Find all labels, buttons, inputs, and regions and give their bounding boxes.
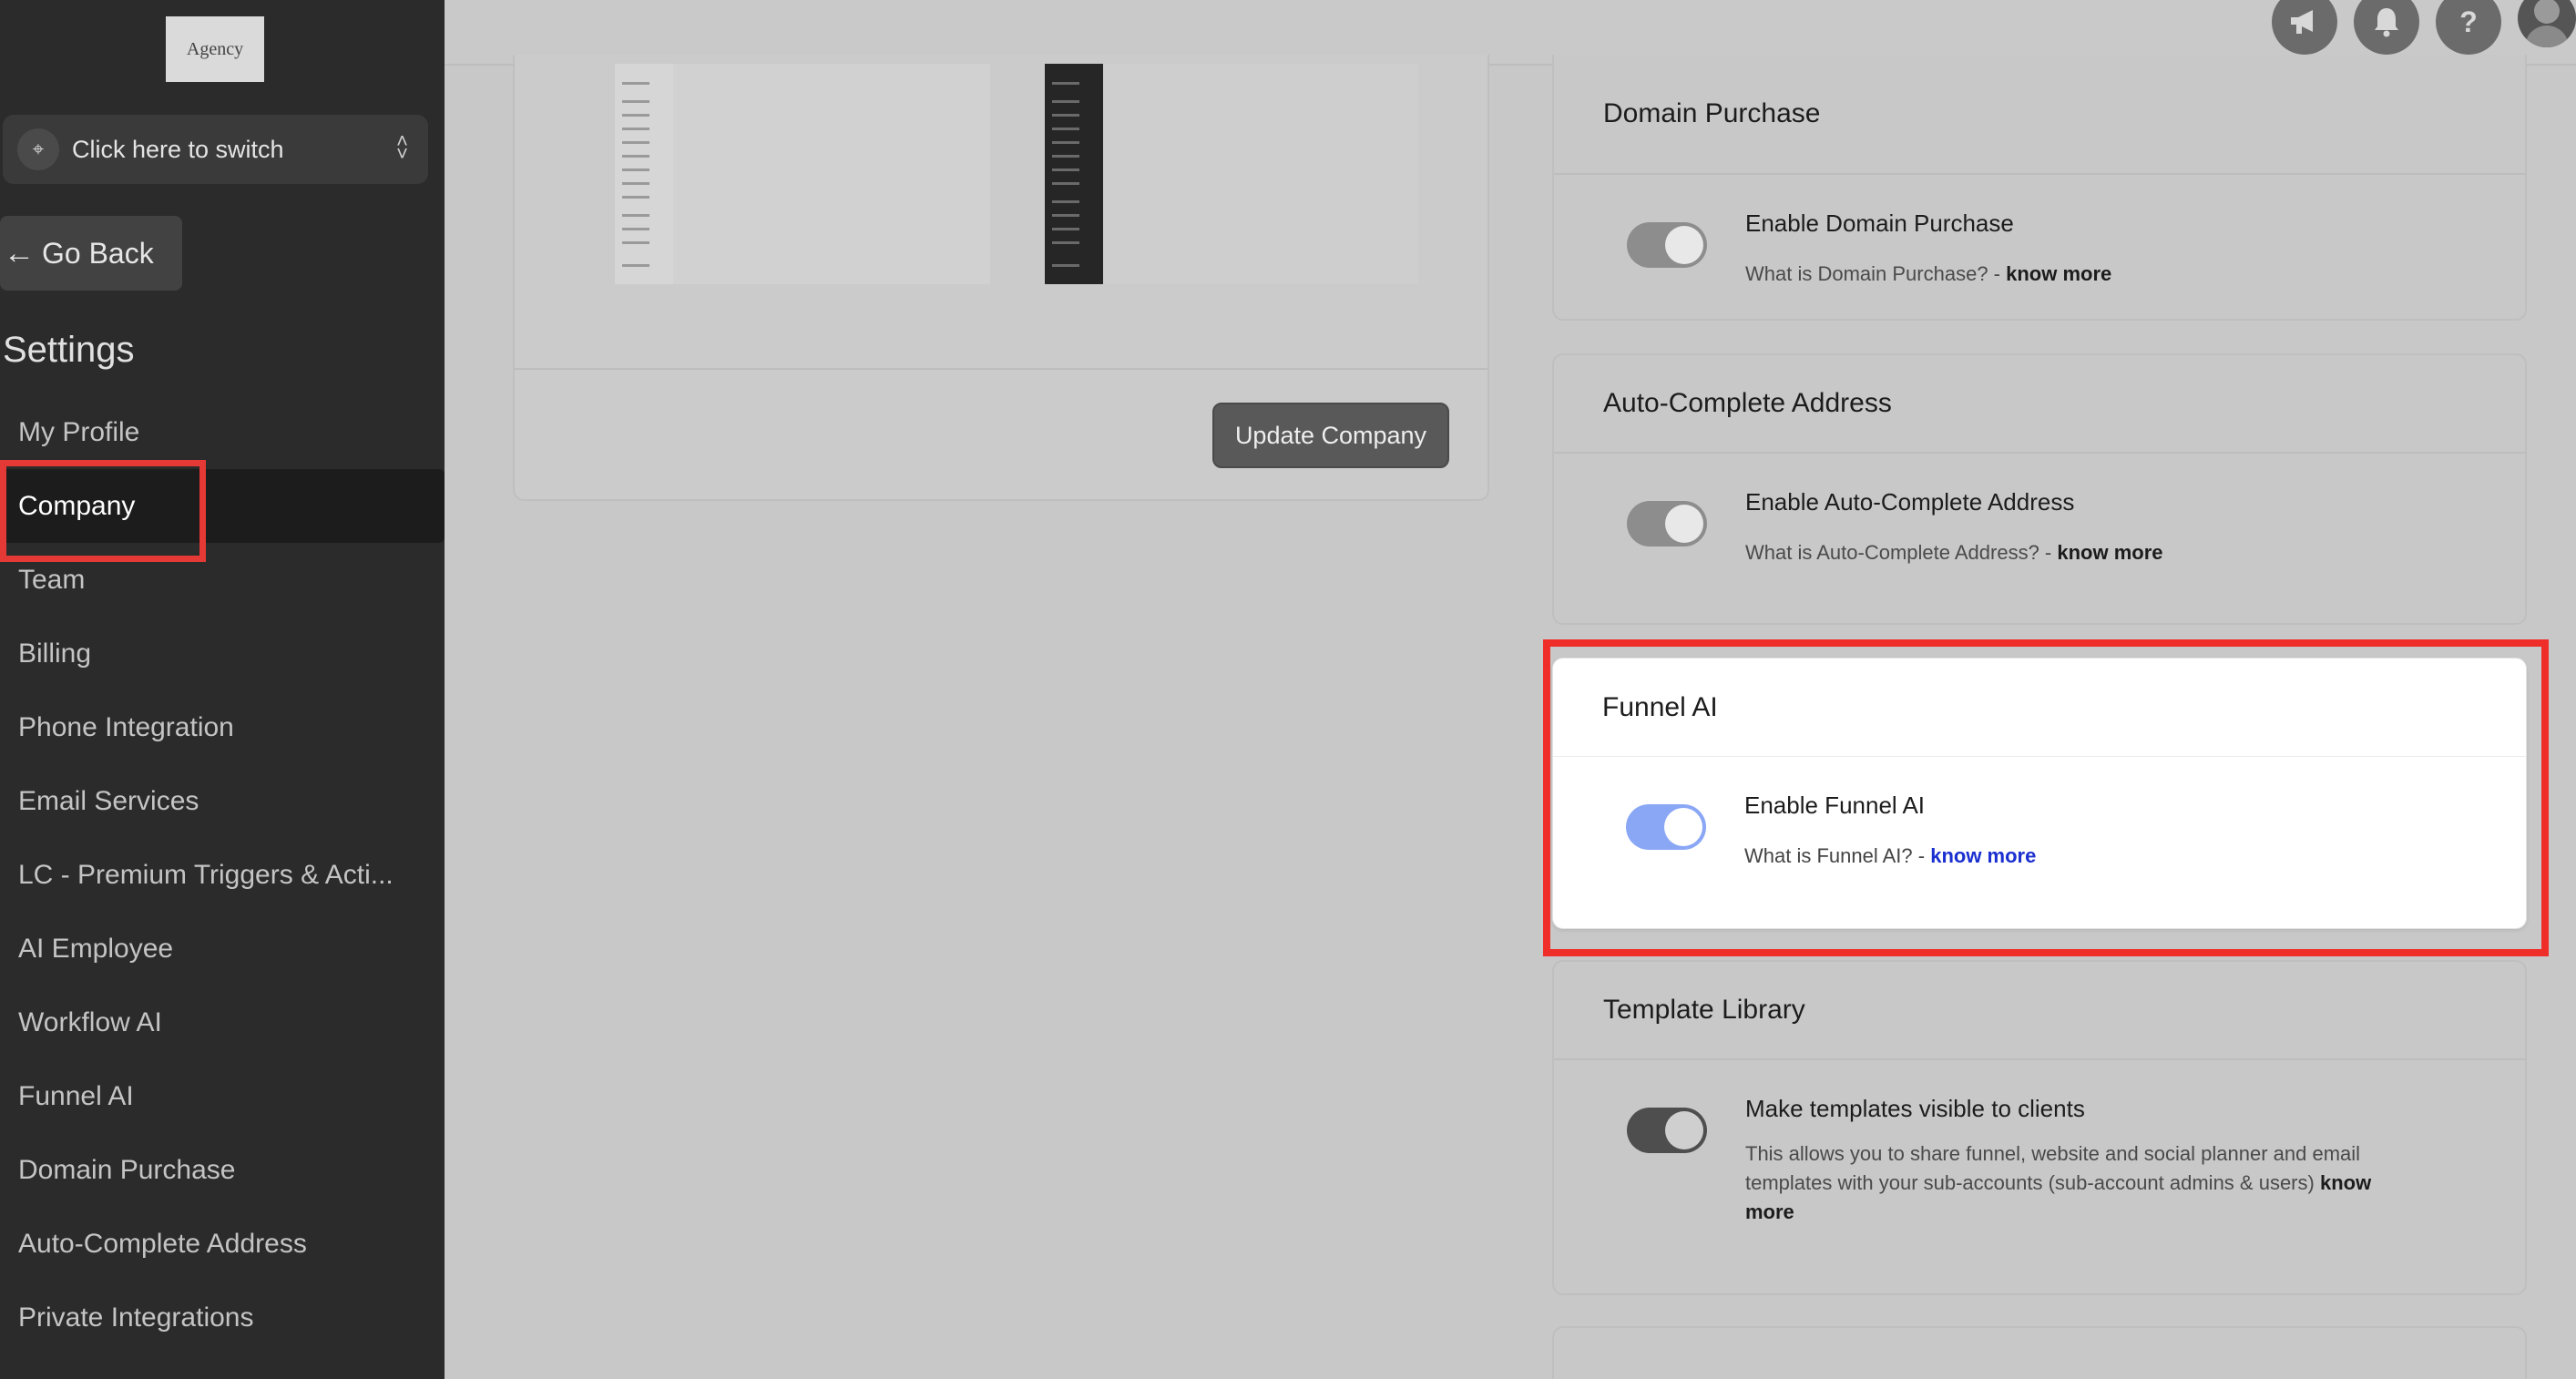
sidebar-item-domain-purchase[interactable]: Domain Purchase <box>0 1133 445 1207</box>
next-settings-card <box>1552 1326 2527 1379</box>
bell-icon[interactable] <box>2354 0 2419 55</box>
dark-theme-preview[interactable] <box>1045 64 1418 284</box>
help-icon[interactable]: ? <box>2436 0 2501 55</box>
agency-logo: Agency <box>166 16 264 82</box>
sidebar-item-email-services[interactable]: Email Services <box>0 764 445 838</box>
card-body: Enable Domain Purchase What is Domain Pu… <box>1554 175 2525 289</box>
company-card: Update Company <box>513 55 1489 501</box>
update-company-button[interactable]: Update Company <box>1212 403 1449 468</box>
sidebar-item-label: Funnel AI <box>18 1080 134 1111</box>
sidebar-item-ai-employee[interactable]: AI Employee <box>0 912 445 986</box>
card-body: Enable Auto-Complete Address What is Aut… <box>1554 454 2525 567</box>
domain-purchase-toggle[interactable] <box>1627 222 1707 268</box>
template-library-toggle[interactable] <box>1627 1108 1707 1153</box>
option-description: What is Auto-Complete Address? - know mo… <box>1745 538 2525 567</box>
chevron-up-down-icon: ˄ ˅ <box>396 129 408 165</box>
sidebar-item-private-integrations[interactable]: Private Integrations <box>0 1281 445 1354</box>
megaphone-icon[interactable] <box>2272 0 2337 55</box>
know-more-link[interactable]: know more <box>2057 541 2162 564</box>
template-library-card: Template Library Make templates visible … <box>1552 960 2527 1295</box>
switcher-label: Click here to switch <box>72 135 284 163</box>
auto-complete-address-card: Auto-Complete Address Enable Auto-Comple… <box>1552 353 2527 625</box>
option-title: Make templates visible to clients <box>1745 1095 2085 1122</box>
sidebar-item-funnel-ai[interactable]: Funnel AI <box>0 1059 445 1133</box>
domain-purchase-card: Domain Purchase Enable Domain Purchase W… <box>1552 55 2527 321</box>
sidebar-item-label: Auto-Complete Address <box>18 1228 307 1259</box>
card-title: Template Library <box>1554 962 2525 1060</box>
sidebar-item-premium-triggers[interactable]: LC - Premium Triggers & Acti... <box>0 838 445 912</box>
settings-title: Settings <box>3 330 135 370</box>
light-theme-preview[interactable] <box>615 64 990 284</box>
option-description: What is Domain Purchase? - know more <box>1745 260 2525 289</box>
pointer-click-icon: ⌖ <box>17 128 59 170</box>
avatar[interactable] <box>2518 0 2576 47</box>
option-title: Enable Domain Purchase <box>1745 209 2014 237</box>
account-switcher[interactable]: ⌖ Click here to switch ˄ ˅ <box>3 115 428 184</box>
sidebar-item-workflow-ai[interactable]: Workflow AI <box>0 986 445 1059</box>
sidebar-item-label: Domain Purchase <box>18 1154 236 1185</box>
go-back-label: Go Back <box>42 236 154 270</box>
highlight-box-funnel-ai <box>1543 639 2549 956</box>
option-description: This allows you to share funnel, website… <box>1745 1139 2525 1227</box>
go-back-button[interactable]: ← Go Back <box>0 216 182 291</box>
arrow-left-icon: ← <box>4 235 35 271</box>
sidebar-item-my-profile[interactable]: My Profile <box>0 395 445 469</box>
sidebar-item-label: Private Integrations <box>18 1302 254 1333</box>
sidebar-item-label: Email Services <box>18 785 199 816</box>
description-text: What is Domain Purchase? - <box>1745 262 2007 285</box>
description-text: This allows you to share funnel, website… <box>1745 1142 2361 1194</box>
option-title: Enable Auto-Complete Address <box>1745 488 2075 516</box>
sidebar-item-label: Team <box>18 564 86 595</box>
know-more-link[interactable]: know more <box>2006 262 2111 285</box>
sidebar-item-label: AI Employee <box>18 933 174 964</box>
sidebar-item-label: Workflow AI <box>18 1006 162 1037</box>
sidebar: Agency ⌖ Click here to switch ˄ ˅ ← Go Ba… <box>0 0 445 1379</box>
sidebar-item-label: LC - Premium Triggers & Acti... <box>18 859 394 890</box>
sidebar-item-phone-integration[interactable]: Phone Integration <box>0 690 445 764</box>
auto-complete-address-toggle[interactable] <box>1627 501 1707 546</box>
card-title: Auto-Complete Address <box>1554 355 2525 454</box>
sidebar-item-label: Billing <box>18 638 92 669</box>
sidebar-item-auto-complete-address[interactable]: Auto-Complete Address <box>0 1207 445 1281</box>
card-divider <box>515 368 1487 370</box>
highlight-box-company <box>0 460 206 562</box>
sidebar-item-label: My Profile <box>18 416 140 447</box>
description-text: What is Auto-Complete Address? - <box>1745 541 2058 564</box>
sidebar-item-billing[interactable]: Billing <box>0 617 445 690</box>
card-body: Make templates visible to clients This a… <box>1554 1060 2525 1227</box>
logo-text: Agency <box>186 38 244 59</box>
sidebar-item-label: Phone Integration <box>18 711 234 742</box>
card-title: Domain Purchase <box>1554 55 2525 175</box>
